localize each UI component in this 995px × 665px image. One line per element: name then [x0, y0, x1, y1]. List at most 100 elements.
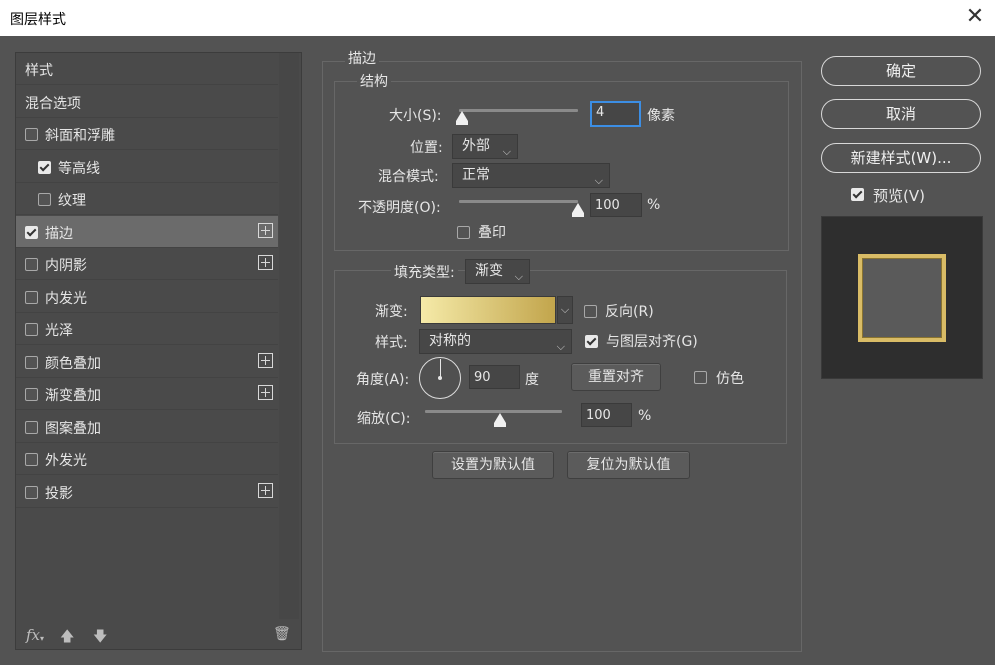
style-item-1[interactable]: 混合选项 [16, 86, 278, 118]
chevron-down-icon: ⌵ [514, 270, 523, 283]
align-with-layer-checkbox[interactable] [585, 335, 598, 348]
style-item-13[interactable]: 投影 [16, 476, 278, 508]
style-item-8[interactable]: 光泽 [16, 313, 278, 345]
add-effect-icon[interactable] [258, 385, 273, 400]
style-item-checkbox[interactable] [25, 323, 38, 336]
style-label: 样式: [375, 335, 408, 351]
ok-button[interactable]: 确定 [821, 56, 981, 86]
add-effect-icon[interactable] [258, 223, 273, 238]
style-item-11[interactable]: 图案叠加 [16, 411, 278, 443]
preview-stroke-square [858, 254, 946, 342]
style-item-checkbox[interactable] [25, 388, 38, 401]
size-slider-thumb[interactable] [456, 111, 468, 125]
cancel-button[interactable]: 取消 [821, 99, 981, 129]
style-item-checkbox[interactable] [25, 258, 38, 271]
scale-unit: % [638, 408, 652, 424]
style-item-2[interactable]: 斜面和浮雕 [16, 118, 278, 150]
style-item-6[interactable]: 内阴影 [16, 248, 278, 280]
fx-icon[interactable]: fx [26, 626, 40, 644]
style-item-12[interactable]: 外发光 [16, 443, 278, 475]
trash-icon[interactable]: 🗑 [273, 626, 291, 642]
angle-unit: 度 [525, 372, 539, 388]
title-bar: 图层样式 ✕ [0, 0, 995, 36]
gradient-picker-button[interactable]: ⌵ [557, 296, 573, 324]
set-default-button[interactable]: 设置为默认值 [432, 451, 554, 479]
move-up-icon[interactable]: 🡅 [60, 626, 74, 650]
style-item-checkbox[interactable] [25, 128, 38, 141]
style-item-label: 内发光 [45, 291, 87, 307]
chevron-down-icon: ⌵ [556, 340, 565, 353]
style-item-checkbox[interactable] [25, 226, 38, 239]
angle-dial[interactable] [419, 357, 461, 399]
stroke-section-title: 描边 [345, 48, 379, 68]
add-effect-icon[interactable] [258, 483, 273, 498]
dither-checkbox[interactable] [694, 371, 707, 384]
new-style-button[interactable]: 新建样式(W)... [821, 143, 981, 173]
angle-input[interactable]: 90 [469, 365, 520, 389]
style-item-5[interactable]: 描边 [16, 216, 278, 248]
opacity-slider-track[interactable] [459, 200, 578, 203]
style-item-checkbox[interactable] [25, 421, 38, 434]
add-effect-icon[interactable] [258, 353, 273, 368]
overprint-label: 叠印 [478, 225, 506, 241]
style-item-checkbox[interactable] [25, 453, 38, 466]
style-item-0[interactable]: 样式 [16, 53, 278, 85]
style-item-label: 图案叠加 [45, 421, 101, 437]
size-slider-track[interactable] [459, 109, 578, 112]
fill-type-label: 填充类型: [391, 262, 458, 282]
reverse-checkbox[interactable] [584, 305, 597, 318]
preview-checkbox[interactable] [851, 188, 864, 201]
style-item-label: 投影 [45, 486, 73, 502]
style-item-10[interactable]: 渐变叠加 [16, 378, 278, 410]
style-item-7[interactable]: 内发光 [16, 281, 278, 313]
blend-mode-label: 混合模式: [378, 169, 439, 185]
overprint-checkbox[interactable] [457, 226, 470, 239]
style-item-label: 斜面和浮雕 [45, 128, 115, 144]
size-input[interactable]: 4 [590, 101, 641, 127]
style-item-3[interactable]: 等高线 [16, 151, 278, 183]
style-item-9[interactable]: 颜色叠加 [16, 346, 278, 378]
style-item-label: 样式 [25, 63, 53, 79]
preview-thumbnail [821, 216, 983, 379]
style-item-label: 内阴影 [45, 258, 87, 274]
style-item-label: 渐变叠加 [45, 388, 101, 404]
align-with-layer-label: 与图层对齐(G) [606, 334, 698, 350]
gradient-swatch[interactable] [420, 296, 556, 324]
fx-dropdown-icon[interactable]: ▾ [40, 634, 44, 643]
fill-type-select[interactable]: 渐变 ⌵ [465, 259, 530, 284]
gradient-style-select[interactable]: 对称的 ⌵ [419, 329, 572, 354]
move-down-icon[interactable]: 🡇 [93, 626, 107, 650]
opacity-unit: % [647, 197, 661, 213]
close-icon[interactable]: ✕ [962, 4, 988, 30]
style-item-checkbox[interactable] [25, 356, 38, 369]
angle-label: 角度(A): [356, 372, 410, 388]
style-item-checkbox[interactable] [38, 161, 51, 174]
scale-slider-thumb[interactable] [494, 413, 506, 427]
dither-label: 仿色 [716, 371, 744, 387]
chevron-down-icon: ⌵ [560, 303, 570, 316]
gradient-style-value: 对称的 [429, 333, 471, 349]
style-item-checkbox[interactable] [25, 291, 38, 304]
opacity-input[interactable]: 100 [590, 193, 642, 217]
style-item-checkbox[interactable] [25, 486, 38, 499]
preview-label: 预览(V) [873, 187, 925, 205]
reset-default-button[interactable]: 复位为默认值 [567, 451, 690, 479]
position-label: 位置: [410, 140, 443, 156]
structure-title: 结构 [357, 71, 391, 91]
position-select[interactable]: 外部 ⌵ [452, 134, 518, 159]
chevron-down-icon: ⌵ [594, 174, 603, 187]
add-effect-icon[interactable] [258, 255, 273, 270]
scale-label: 缩放(C): [357, 411, 411, 427]
style-list-scrollbar[interactable] [279, 53, 299, 619]
blend-mode-select[interactable]: 正常 ⌵ [452, 163, 610, 188]
style-item-4[interactable]: 纹理 [16, 183, 278, 215]
fill-type-value: 渐变 [475, 263, 503, 279]
scale-input[interactable]: 100 [581, 403, 632, 427]
style-item-label: 颜色叠加 [45, 356, 101, 372]
gradient-label: 渐变: [375, 304, 408, 320]
window-title: 图层样式 [10, 12, 66, 28]
size-unit: 像素 [647, 108, 675, 124]
reset-align-button[interactable]: 重置对齐 [571, 363, 661, 391]
style-item-checkbox[interactable] [38, 193, 51, 206]
opacity-slider-thumb[interactable] [572, 203, 584, 217]
